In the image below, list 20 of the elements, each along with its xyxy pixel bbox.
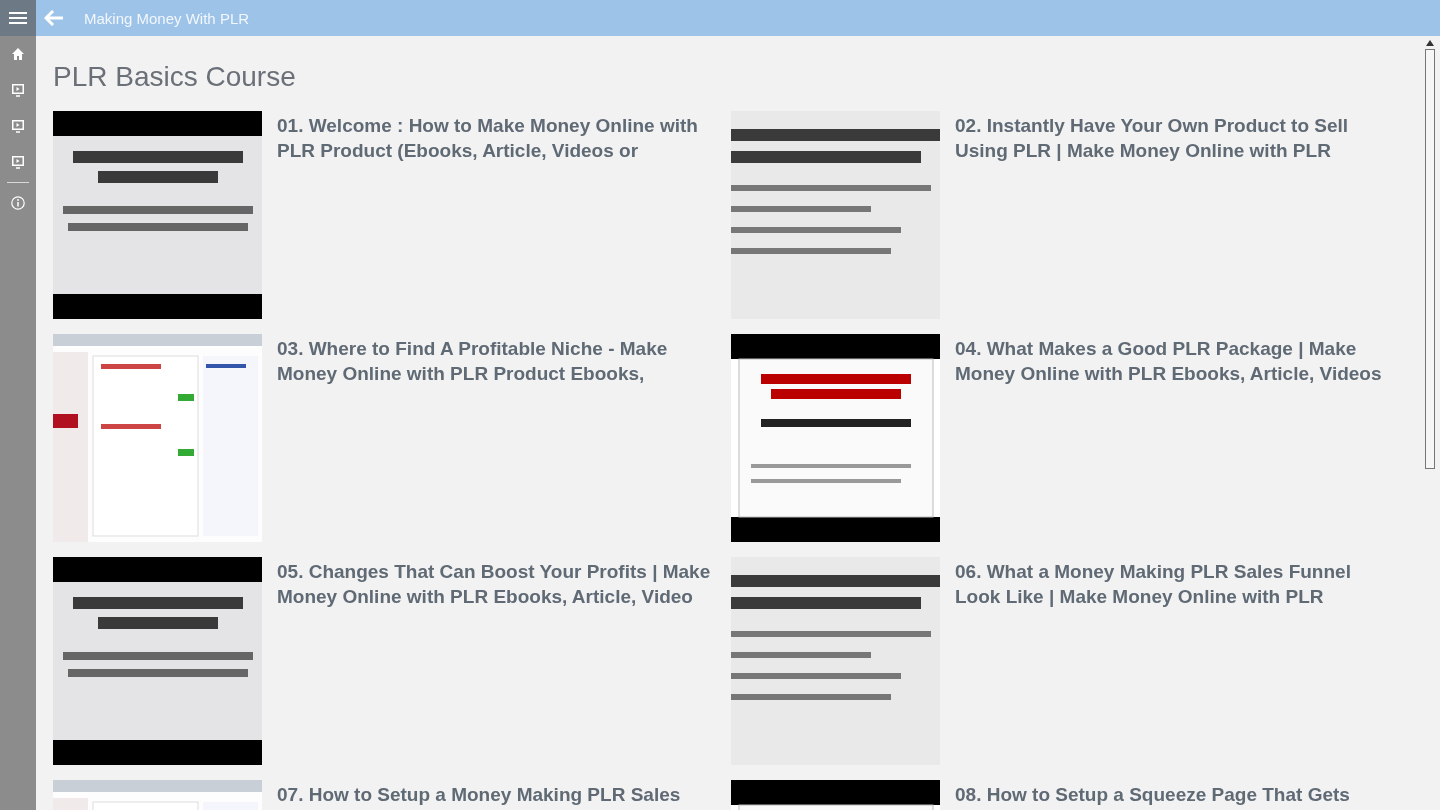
scrollbar-thumb[interactable] <box>1425 49 1435 469</box>
video-title-link[interactable]: 05. Changes That Can Boost Your Profits | Make Money Online with PLR Ebooks, Article, Video <box>277 559 717 609</box>
monitor-play-icon <box>12 155 24 169</box>
video-title-link[interactable]: 01. Welcome : How to Make Money Online with PLR Product (Ebooks, Article, Videos or <box>277 113 717 163</box>
video-title-link[interactable]: 06. What a Money Making PLR Sales Funnel Look Like | Make Money Online with PLR <box>955 559 1391 609</box>
home-icon <box>12 48 24 60</box>
back-arrow-icon <box>44 10 64 26</box>
video-title-link[interactable]: 07. How to Setup a Money Making PLR Sales <box>277 782 717 807</box>
menu-icon <box>9 12 27 24</box>
monitor-play-icon <box>12 119 24 133</box>
video-title-link[interactable]: 02. Instantly Have Your Own Product to Sell Using PLR | Make Money Online with PLR <box>955 113 1391 163</box>
video-title-link[interactable]: 03. Where to Find A Profitable Niche - Make Money Online with PLR Product Ebooks, <box>277 336 717 386</box>
page-title: PLR Basics Course <box>53 61 297 93</box>
scroll-up-icon[interactable] <box>1426 40 1434 46</box>
video-title-link[interactable]: 04. What Makes a Good PLR Package | Make Money Online with PLR Ebooks, Article, Videos <box>955 336 1391 386</box>
app-title: Making Money With PLR <box>84 9 250 27</box>
info-icon <box>11 196 25 210</box>
video-title-link[interactable]: 08. How to Setup a Squeeze Page That Gets <box>955 782 1391 807</box>
menu-button[interactable] <box>0 0 36 36</box>
monitor-play-icon <box>12 83 24 97</box>
